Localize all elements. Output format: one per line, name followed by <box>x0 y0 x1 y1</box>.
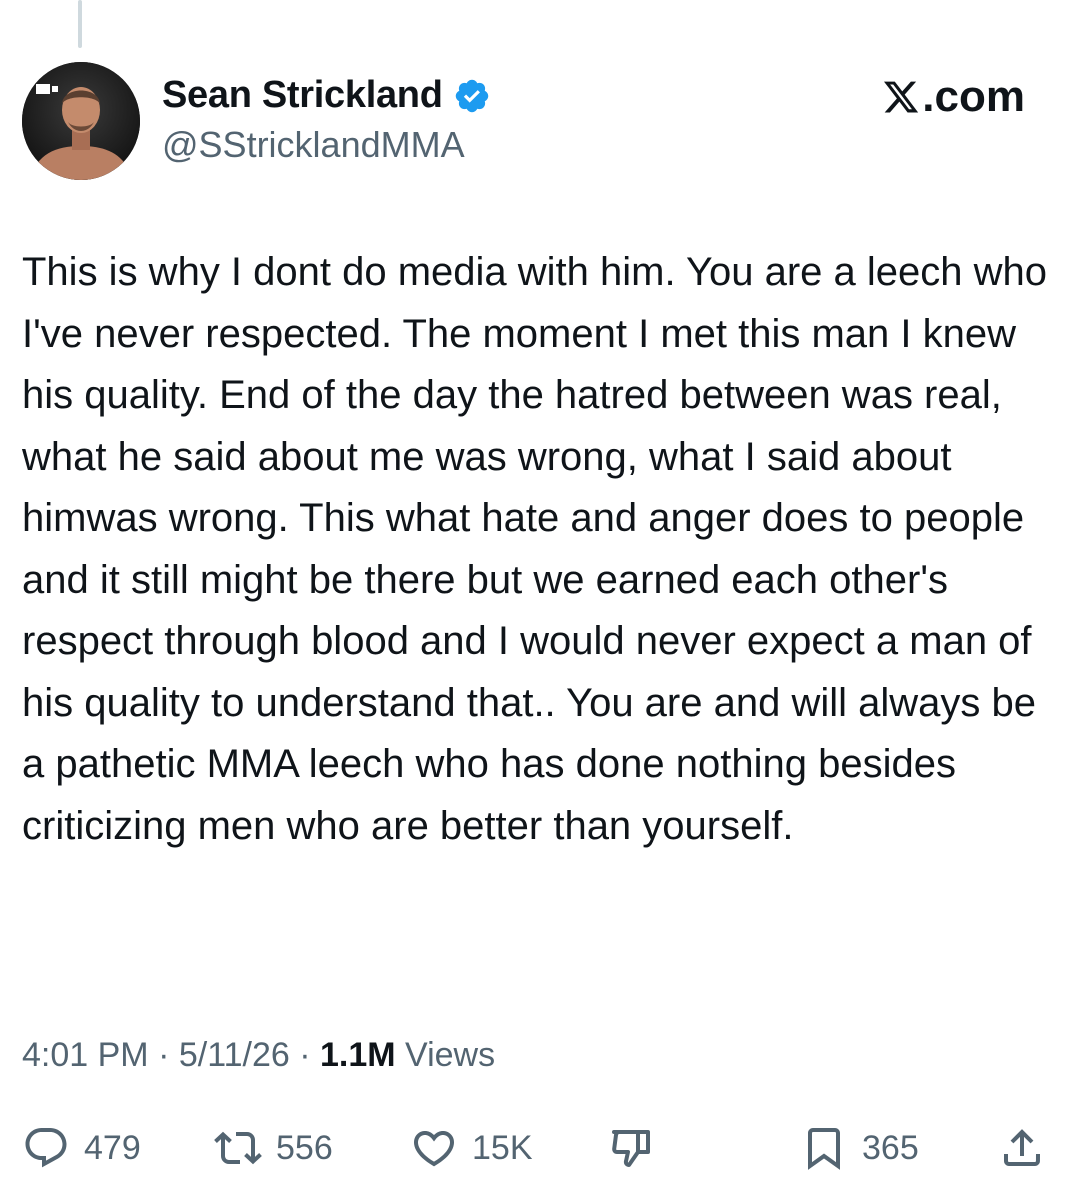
avatar-image <box>22 62 140 180</box>
author-name-row: Sean Strickland <box>162 74 491 117</box>
reply-count: 479 <box>84 1128 141 1167</box>
tweet-text: This is why I dont do media with him. Yo… <box>22 250 1047 848</box>
repost-icon <box>214 1131 262 1165</box>
views-label: Views <box>395 1036 496 1074</box>
bookmark-icon <box>808 1128 840 1170</box>
tweet-meta: 4:01 PM · 5/11/26 · 1.1M Views <box>22 1036 495 1075</box>
repost-count: 556 <box>276 1128 333 1167</box>
tweet-date[interactable]: 5/11/26 <box>179 1036 290 1074</box>
display-name[interactable]: Sean Strickland <box>162 74 443 117</box>
meta-separator: · <box>148 1036 179 1074</box>
downvote-button[interactable] <box>608 1118 656 1178</box>
bookmark-button[interactable]: 365 <box>800 1118 919 1178</box>
share-icon <box>1004 1129 1040 1166</box>
like-count: 15K <box>472 1128 533 1167</box>
like-icon <box>413 1131 455 1167</box>
site-label: .com <box>882 72 1025 122</box>
reply-button[interactable]: 479 <box>22 1118 141 1178</box>
bookmark-count: 365 <box>862 1128 919 1167</box>
avatar[interactable] <box>22 62 140 180</box>
x-logo-icon <box>884 81 919 113</box>
reply-icon <box>25 1128 67 1168</box>
like-button[interactable]: 15K <box>410 1118 533 1178</box>
share-button[interactable] <box>998 1118 1046 1178</box>
meta-separator: · <box>289 1036 320 1074</box>
downvote-icon <box>612 1130 650 1167</box>
views-count: 1.1M <box>319 1036 396 1074</box>
tweet-actions: 479 556 15K 365 <box>22 1118 1052 1178</box>
verified-badge-icon <box>455 79 488 112</box>
user-handle[interactable]: @SStricklandMMA <box>162 124 465 166</box>
repost-button[interactable]: 556 <box>214 1118 333 1178</box>
tweet-time[interactable]: 4:01 PM <box>22 1036 149 1074</box>
site-label-text: .com <box>922 72 1025 121</box>
thread-connector-line <box>78 0 82 48</box>
